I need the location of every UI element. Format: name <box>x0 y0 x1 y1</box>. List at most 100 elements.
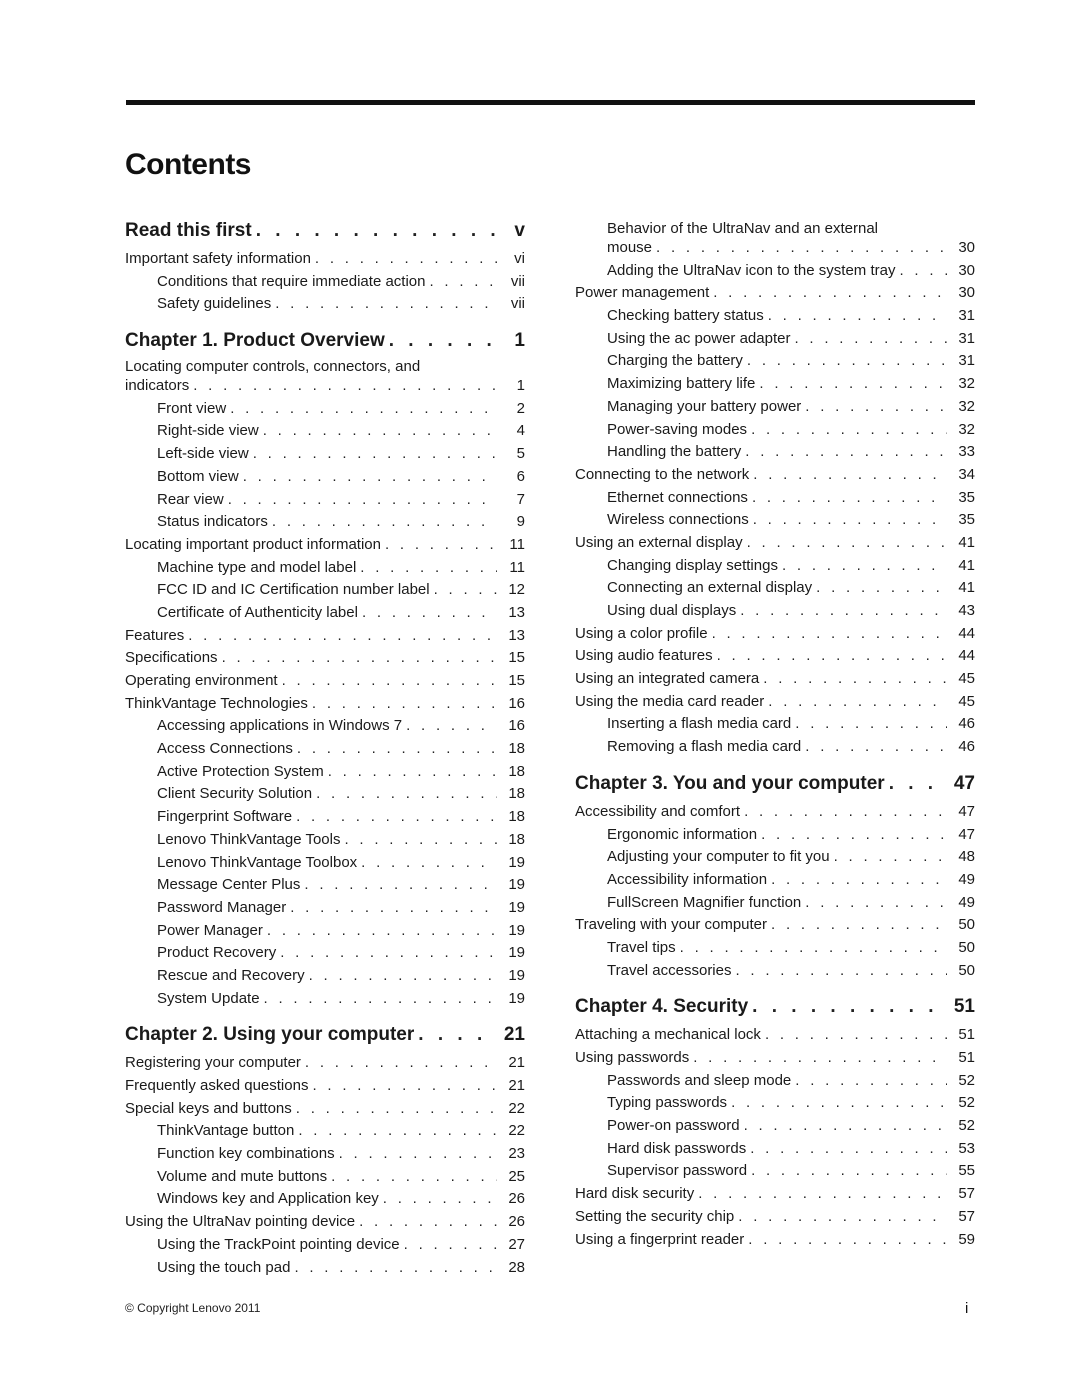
toc-subsection-entry[interactable]: Managing your battery power 32 <box>575 395 975 419</box>
toc-subsection-entry[interactable]: Access Connections 18 <box>125 738 525 761</box>
toc-subsection-entry[interactable]: Ethernet connections 35 <box>575 486 975 510</box>
toc-section-entry[interactable]: Connecting to the network 34 <box>575 463 975 487</box>
toc-subsection-entry[interactable]: Charging the battery 31 <box>575 350 975 374</box>
toc-section-entry[interactable]: indicators 1 <box>125 375 525 398</box>
toc-section-entry[interactable]: Using the media card reader 45 <box>575 690 975 714</box>
toc-section-entry[interactable]: Using a color profile 44 <box>575 622 975 646</box>
toc-section-entry[interactable]: Locating important product information 11 <box>125 533 525 557</box>
toc-chapter-entry[interactable]: Chapter 2. Using your computer 21 <box>125 1018 525 1053</box>
toc-subsection-entry[interactable]: Password Manager 19 <box>125 896 525 920</box>
toc-section-entry[interactable]: Using an external display 41 <box>575 531 975 555</box>
toc-section-entry[interactable]: ThinkVantage Technologies 16 <box>125 692 525 716</box>
toc-subsection-entry[interactable]: Windows key and Application key 26 <box>125 1188 525 1212</box>
toc-subsection-entry[interactable]: Product Recovery 19 <box>125 942 525 965</box>
toc-subsection-entry[interactable]: FullScreen Magnifier function 49 <box>575 891 975 915</box>
toc-section-entry[interactable]: Setting the security chip 57 <box>575 1205 975 1229</box>
toc-section-entry[interactable]: Using a fingerprint reader 59 <box>575 1228 975 1252</box>
toc-section-entry[interactable]: Using audio features 44 <box>575 645 975 669</box>
toc-section-entry[interactable]: Using the UltraNav pointing device 26 <box>125 1211 525 1234</box>
toc-subsection-entry[interactable]: Using the ac power adapter 31 <box>575 327 975 351</box>
toc-section-entry[interactable]: Frequently asked questions 21 <box>125 1075 525 1098</box>
toc-section-entry[interactable]: Power management 30 <box>575 282 975 306</box>
toc-subsection-entry[interactable]: Maximizing battery life 32 <box>575 373 975 396</box>
toc-section-entry[interactable]: Important safety information vi <box>125 248 525 271</box>
toc-entry-label: Chapter 4. Security <box>575 990 753 1025</box>
toc-subsection-entry[interactable]: Checking battery status 31 <box>575 305 975 328</box>
toc-subsection-entry[interactable]: Supervisor password 55 <box>575 1160 975 1184</box>
toc-subsection-entry[interactable]: Typing passwords 52 <box>575 1092 975 1116</box>
toc-subsection-entry[interactable]: Rescue and Recovery 19 <box>125 964 525 988</box>
toc-subsection-entry[interactable]: Certificate of Authenticity label 13 <box>125 601 525 625</box>
toc-subsection-entry[interactable]: Function key combinations 23 <box>125 1143 525 1166</box>
toc-section-entry[interactable]: Using passwords 51 <box>575 1047 975 1070</box>
toc-chapter-entry[interactable]: Chapter 1. Product Overview 1 <box>125 324 525 359</box>
toc-entry-wrapped-line[interactable]: Behavior of the UltraNav and an external <box>575 220 975 237</box>
toc-subsection-entry[interactable]: Fingerprint Software 18 <box>125 806 525 829</box>
toc-subsection-entry[interactable]: Right-side view 4 <box>125 420 525 444</box>
toc-section-entry[interactable]: Registering your computer 21 <box>125 1052 525 1076</box>
toc-subsection-entry[interactable]: Lenovo ThinkVantage Tools 18 <box>125 828 525 852</box>
toc-entry-page: 13 <box>508 603 525 621</box>
toc-subsection-entry[interactable]: Using the TrackPoint pointing device 27 <box>125 1233 525 1257</box>
toc-subsection-entry[interactable]: Volume and mute buttons 25 <box>125 1165 525 1189</box>
toc-subsection-entry[interactable]: Power-saving modes 32 <box>575 418 975 442</box>
toc-subsection-entry[interactable]: Handling the battery 33 <box>575 441 975 464</box>
toc-subsection-entry[interactable]: FCC ID and IC Certification number label… <box>125 579 525 602</box>
toc-subsection-entry[interactable]: Message Center Plus 19 <box>125 874 525 897</box>
toc-subsection-entry[interactable]: Client Security Solution 18 <box>125 783 525 807</box>
toc-subsection-entry[interactable]: Travel tips 50 <box>575 936 975 960</box>
toc-subsection-entry[interactable]: Inserting a flash media card 46 <box>575 713 975 737</box>
toc-subsection-entry[interactable]: Using dual displays 43 <box>575 600 975 623</box>
toc-subsection-entry[interactable]: Left-side view 5 <box>125 443 525 466</box>
toc-subsection-entry[interactable]: Front view 2 <box>125 397 525 421</box>
toc-entry-label: Checking battery status <box>575 305 768 328</box>
toc-section-entry[interactable]: Operating environment 15 <box>125 670 525 693</box>
toc-subsection-entry[interactable]: Changing display settings 41 <box>575 554 975 578</box>
toc-entry-page: 31 <box>958 329 975 347</box>
toc-subsection-entry[interactable]: System Update 19 <box>125 987 525 1011</box>
toc-chapter-entry[interactable]: Chapter 4. Security 51 <box>575 990 975 1025</box>
toc-section-entry[interactable]: Attaching a mechanical lock 51 <box>575 1024 975 1048</box>
toc-section-entry[interactable]: Traveling with your computer 50 <box>575 914 975 937</box>
toc-subsection-entry[interactable]: Wireless connections 35 <box>575 509 975 532</box>
toc-chapter-entry[interactable]: Chapter 3. You and your computer 47 <box>575 766 975 801</box>
toc-section-entry[interactable]: Hard disk security 57 <box>575 1183 975 1206</box>
toc-subsection-entry[interactable]: Adding the UltraNav icon to the system t… <box>575 259 975 283</box>
toc-subsection-entry[interactable]: Machine type and model label 11 <box>125 556 525 580</box>
toc-subsection-entry[interactable]: Accessibility information 49 <box>575 868 975 892</box>
toc-entry-label: Using the touch pad <box>125 1256 295 1280</box>
toc-subsection-entry[interactable]: Accessing applications in Windows 7 16 <box>125 715 525 739</box>
toc-subsection-entry[interactable]: Bottom view 6 <box>125 465 525 489</box>
toc-entry-label: Power management <box>575 282 714 306</box>
toc-subsection-entry[interactable]: Conditions that require immediate action… <box>125 270 525 294</box>
toc-subsection-entry[interactable]: Using the touch pad 28 <box>125 1256 525 1280</box>
toc-subsection-entry[interactable]: Travel accessories 50 <box>575 959 975 983</box>
toc-subsection-entry[interactable]: Adjusting your computer to fit you 48 <box>575 846 975 869</box>
toc-entry-page: 21 <box>508 1054 525 1072</box>
toc-subsection-entry[interactable]: Power Manager 19 <box>125 919 525 943</box>
toc-chapter-entry[interactable]: Read this first v <box>125 214 525 248</box>
toc-subsection-entry[interactable]: mouse 30 <box>575 237 975 260</box>
toc-section-entry[interactable]: Accessibility and comfort 47 <box>575 800 975 824</box>
toc-subsection-entry[interactable]: Passwords and sleep mode 52 <box>575 1069 975 1093</box>
toc-section-entry[interactable]: Features 13 <box>125 624 525 648</box>
toc-entry-wrapped-line[interactable]: Locating computer controls, connectors, … <box>125 358 525 375</box>
toc-subsection-entry[interactable]: Lenovo ThinkVantage Toolbox 19 <box>125 851 525 875</box>
toc-section-entry[interactable]: Specifications 15 <box>125 647 525 671</box>
toc-entry-label: Frequently asked questions <box>125 1075 313 1098</box>
toc-entry-label: Adjusting your computer to fit you <box>575 846 834 869</box>
dot-leader <box>264 988 497 1011</box>
toc-subsection-entry[interactable]: Ergonomic information 47 <box>575 823 975 847</box>
toc-subsection-entry[interactable]: Rear view 7 <box>125 488 525 512</box>
toc-subsection-entry[interactable]: Connecting an external display 41 <box>575 577 975 601</box>
toc-section-entry[interactable]: Using an integrated camera 45 <box>575 668 975 691</box>
toc-subsection-entry[interactable]: Status indicators 9 <box>125 511 525 534</box>
toc-entry-label: Chapter 2. Using your computer <box>125 1018 419 1053</box>
toc-subsection-entry[interactable]: ThinkVantage button 22 <box>125 1120 525 1144</box>
toc-subsection-entry[interactable]: Removing a flash media card 46 <box>575 736 975 759</box>
toc-subsection-entry[interactable]: Active Protection System 18 <box>125 760 525 784</box>
toc-section-entry[interactable]: Special keys and buttons 22 <box>125 1097 525 1121</box>
toc-subsection-entry[interactable]: Power-on password 52 <box>575 1115 975 1138</box>
toc-subsection-entry[interactable]: Safety guidelines vii <box>125 293 525 317</box>
toc-subsection-entry[interactable]: Hard disk passwords 53 <box>575 1137 975 1161</box>
